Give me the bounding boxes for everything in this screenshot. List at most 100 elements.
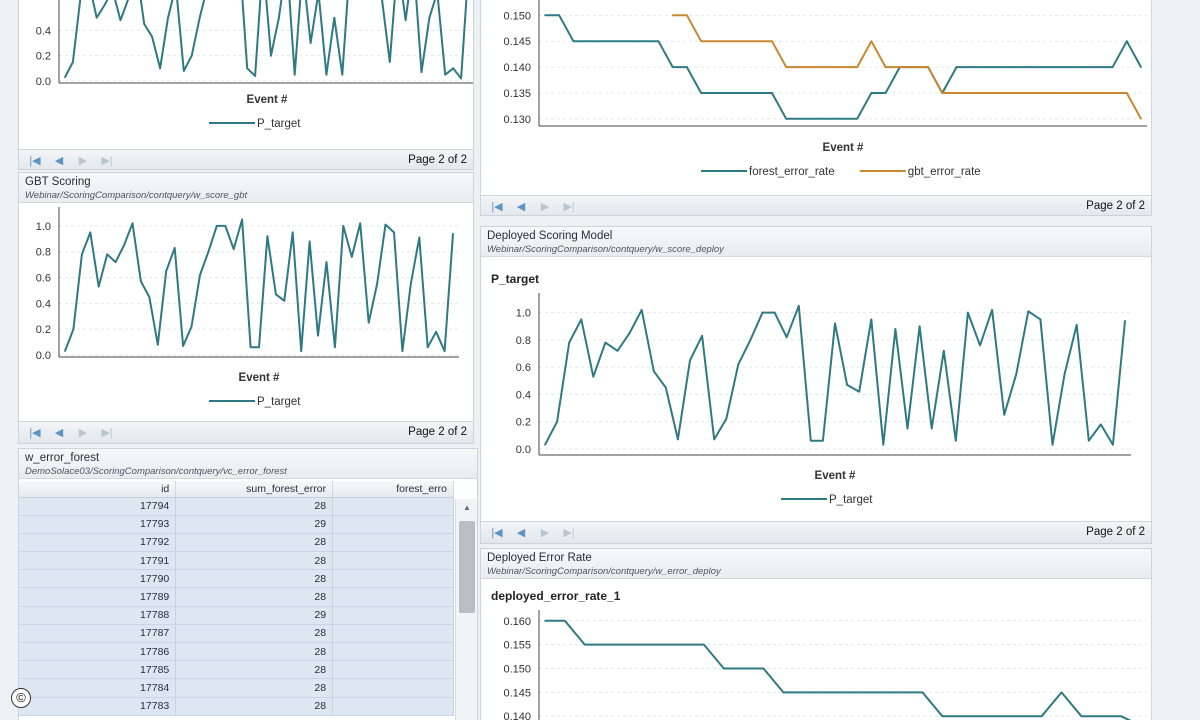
pager-bar: |◀ ◀ ▶ ▶| Page 2 of 2	[481, 195, 1151, 215]
column-header-forest-error[interactable]: forest_erro	[332, 481, 454, 498]
data-point	[686, 14, 688, 17]
data-point	[757, 92, 759, 94]
data-point	[182, 345, 184, 347]
data-point	[802, 691, 805, 694]
last-page-icon[interactable]: ▶|	[559, 526, 579, 540]
x-axis-title: Event #	[815, 470, 857, 482]
table-row[interactable]: 17791 28	[19, 551, 454, 571]
data-point	[846, 384, 848, 386]
panel-title: w_error_forest	[25, 452, 100, 464]
data-point	[1026, 92, 1029, 94]
table-cell: 17794	[19, 497, 177, 516]
data-point	[568, 341, 570, 344]
first-page-icon[interactable]: |◀	[25, 154, 45, 168]
data-point	[828, 118, 830, 120]
panel-titlebar: Deployed Scoring Model Webinar/ScoringCo…	[481, 227, 1151, 257]
y-tick-label: 1.0	[36, 221, 51, 233]
data-point	[683, 643, 685, 646]
table-row[interactable]: 17794 28	[19, 497, 454, 516]
data-point	[882, 444, 885, 446]
data-point	[173, 247, 176, 249]
data-point	[1026, 66, 1029, 68]
column-header-sum-forest-error[interactable]: sum_forest_error	[175, 481, 334, 498]
data-point	[643, 40, 646, 42]
data-point	[1083, 92, 1085, 94]
data-point	[283, 300, 286, 302]
data-point	[1097, 66, 1100, 68]
first-page-icon[interactable]: |◀	[487, 526, 507, 540]
data-point	[969, 66, 972, 68]
table-row[interactable]: 17783 28	[19, 697, 454, 716]
table-cell: 28	[175, 624, 334, 644]
data-point	[728, 40, 731, 42]
data-point	[700, 92, 702, 94]
table-row[interactable]: 17785 28	[19, 660, 454, 680]
data-point	[921, 691, 924, 694]
prev-page-icon[interactable]: ◀	[511, 526, 531, 540]
data-point	[1060, 691, 1063, 694]
data-point	[258, 346, 260, 349]
data-point	[275, 293, 277, 296]
data-point	[420, 71, 423, 73]
data-point	[404, 19, 407, 22]
next-page-icon[interactable]: ▶	[535, 526, 555, 540]
data-point	[615, 40, 617, 42]
data-point	[1120, 715, 1122, 717]
data-point	[742, 40, 745, 42]
table-scrollbar[interactable]: ▲	[455, 499, 477, 720]
data-point	[293, 73, 296, 76]
table-row[interactable]: 17793 29	[19, 515, 454, 534]
data-point	[97, 285, 100, 288]
data-point	[159, 67, 161, 70]
deployed-scoring-chart: 0.0 0.2 0.4 0.6 0.8 1.0 P_target Event # P_targe…	[491, 272, 1131, 506]
table-row[interactable]: 17787 28	[19, 624, 454, 644]
table-cell: 17791	[19, 551, 177, 571]
table-cell: 28	[175, 697, 334, 716]
table-row[interactable]: 17786 28	[19, 642, 454, 662]
error-forest-table-panel: w_error_forest DemoSolace03/ScoringCompa…	[18, 448, 478, 720]
data-point	[1140, 66, 1142, 68]
next-page-icon[interactable]: ▶	[535, 200, 555, 214]
table-row[interactable]: 17784 28	[19, 678, 454, 698]
scroll-thumb[interactable]	[459, 521, 475, 613]
y-tick-label: 0.155	[503, 640, 531, 652]
table-cell: 29	[175, 606, 334, 625]
table-cell: 17788	[19, 606, 177, 625]
table-row[interactable]: 17792 28	[19, 533, 454, 553]
first-page-icon[interactable]: |◀	[487, 200, 507, 214]
prev-page-icon[interactable]: ◀	[49, 426, 69, 440]
data-point	[81, 253, 83, 256]
last-page-icon[interactable]: ▶|	[97, 154, 117, 168]
prev-page-icon[interactable]: ◀	[511, 200, 531, 214]
data-point	[106, 253, 108, 256]
data-point	[657, 40, 660, 42]
data-point	[1012, 92, 1015, 94]
gbt-scoring-chart: 0.0 0.2 0.4 0.6 0.8 1.0 Event # P_target	[36, 207, 459, 408]
data-point	[998, 66, 1000, 68]
data-point	[119, 19, 122, 22]
table-row[interactable]: 17788 29	[19, 606, 454, 625]
table-row[interactable]: 17789 28	[19, 587, 454, 607]
column-header-id[interactable]: id	[19, 481, 177, 498]
next-page-icon[interactable]: ▶	[73, 154, 93, 168]
data-table: id sum_forest_error forest_erro 17794 28 1…	[19, 481, 454, 716]
data-point	[955, 92, 958, 94]
y-tick-label: 0.0	[36, 76, 51, 88]
x-axis-title: Event #	[247, 94, 289, 106]
first-page-icon[interactable]: |◀	[25, 426, 45, 440]
table-row[interactable]: 17790 28	[19, 569, 454, 589]
data-point	[998, 92, 1000, 94]
prev-page-icon[interactable]: ◀	[49, 154, 69, 168]
table-cell: 17783	[19, 697, 177, 716]
table-cell: 28	[175, 642, 334, 662]
last-page-icon[interactable]: ▶|	[559, 200, 579, 214]
last-page-icon[interactable]: ▶|	[97, 426, 117, 440]
data-point	[640, 309, 643, 311]
series-line-P-target	[64, 0, 468, 80]
data-point	[941, 715, 944, 717]
data-point	[333, 16, 336, 19]
panel-titlebar: w_error_forest DemoSolace03/ScoringCompa…	[19, 449, 477, 479]
next-page-icon[interactable]: ▶	[73, 426, 93, 440]
data-point	[1126, 40, 1128, 42]
scroll-up-arrow-icon[interactable]: ▲	[456, 501, 477, 515]
